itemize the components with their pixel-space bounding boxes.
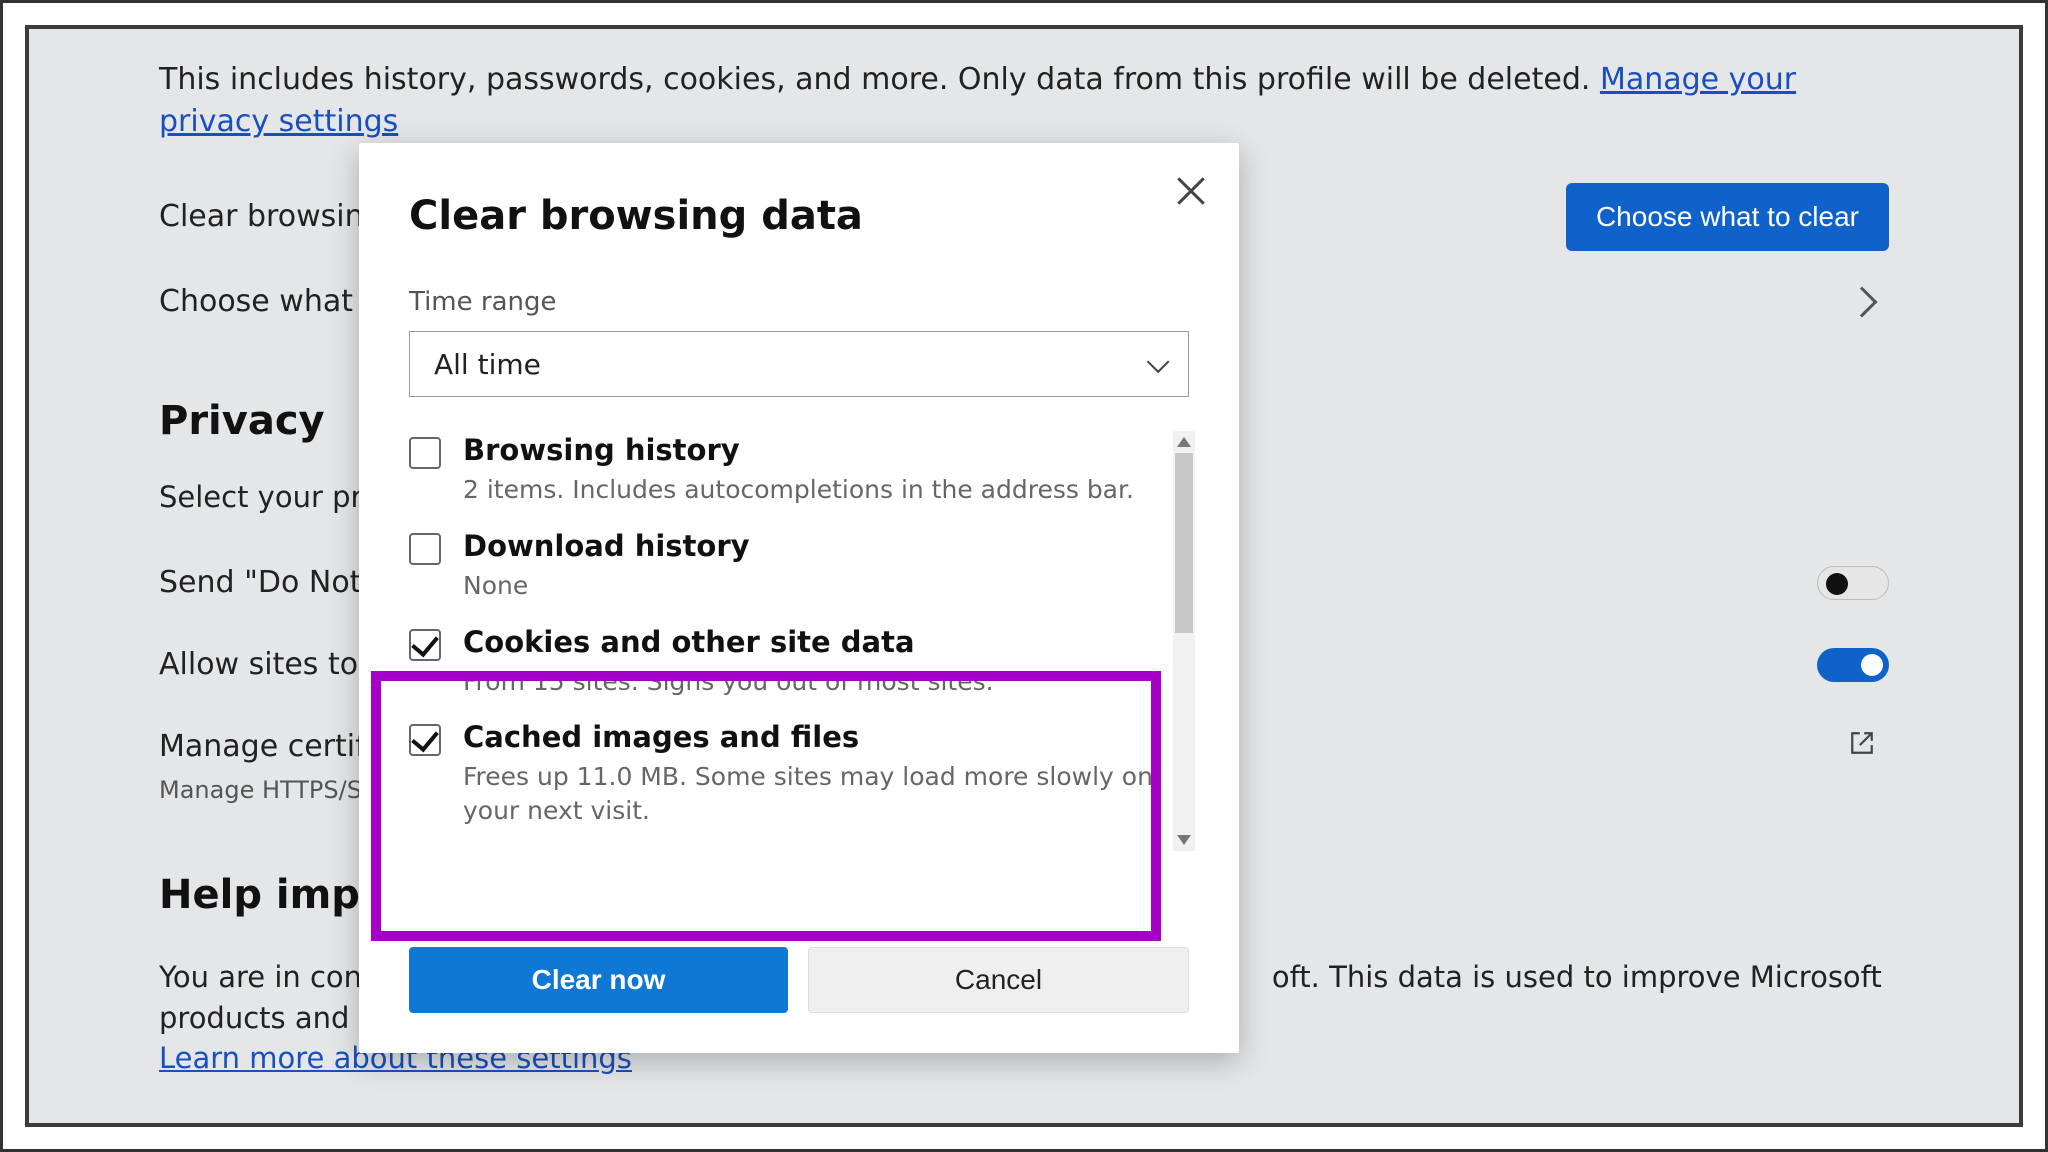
- clear-browsing-data-dialog: Clear browsing data Time range All time …: [359, 143, 1239, 1053]
- close-icon[interactable]: [1173, 173, 1209, 209]
- row-label: Clear browsing: [159, 196, 383, 238]
- cancel-button[interactable]: Cancel: [808, 947, 1189, 1013]
- cert-sub: Manage HTTPS/S: [159, 774, 374, 808]
- scroll-down-icon[interactable]: [1177, 835, 1191, 845]
- item-title: Browsing history: [463, 433, 1134, 467]
- item-desc: 2 items. Includes autocompletions in the…: [463, 473, 1134, 507]
- data-types-list: Browsing history 2 items. Includes autoc…: [409, 431, 1189, 851]
- allow-sites-toggle[interactable]: [1817, 648, 1889, 682]
- item-browsing-history[interactable]: Browsing history 2 items. Includes autoc…: [409, 431, 1165, 527]
- time-range-label: Time range: [409, 287, 1189, 317]
- choose-what-to-clear-button[interactable]: Choose what to clear: [1566, 183, 1889, 251]
- do-not-track-toggle[interactable]: [1817, 566, 1889, 600]
- item-cookies[interactable]: Cookies and other site data From 15 site…: [409, 623, 1165, 719]
- help-text-a: You are in cont: [159, 960, 373, 994]
- item-title: Cached images and files: [463, 720, 1165, 754]
- intro-text-content: This includes history, passwords, cookie…: [159, 62, 1600, 97]
- chevron-down-icon: [1147, 351, 1170, 374]
- row-label: Allow sites to: [159, 644, 358, 686]
- item-desc: Frees up 11.0 MB. Some sites may load mo…: [463, 760, 1165, 828]
- scroll-thumb[interactable]: [1175, 453, 1193, 633]
- checkbox-download-history[interactable]: [409, 533, 441, 565]
- time-range-select[interactable]: All time: [409, 331, 1189, 397]
- dialog-actions: Clear now Cancel: [409, 947, 1189, 1013]
- scroll-up-icon[interactable]: [1177, 437, 1191, 447]
- time-range-value: All time: [434, 348, 541, 381]
- row-label: Choose what t: [159, 281, 374, 323]
- cert-text: Manage certifi Manage HTTPS/S: [159, 726, 374, 808]
- item-download-history[interactable]: Download history None: [409, 527, 1165, 623]
- item-desc: From 15 sites. Signs you out of most sit…: [463, 665, 994, 699]
- item-title: Download history: [463, 529, 750, 563]
- dialog-title: Clear browsing data: [409, 193, 1189, 239]
- row-label: Send "Do Not: [159, 562, 361, 604]
- checkbox-cookies[interactable]: [409, 629, 441, 661]
- cert-title: Manage certifi: [159, 726, 374, 768]
- chevron-right-icon: [1846, 286, 1877, 317]
- item-desc: None: [463, 569, 750, 603]
- item-cached[interactable]: Cached images and files Frees up 11.0 MB…: [409, 718, 1165, 848]
- checkbox-cached[interactable]: [409, 724, 441, 756]
- clear-now-button[interactable]: Clear now: [409, 947, 788, 1013]
- intro-text: This includes history, passwords, cookie…: [159, 59, 1889, 143]
- scrollbar[interactable]: [1173, 431, 1195, 851]
- external-link-icon: [1849, 726, 1875, 752]
- checkbox-browsing-history[interactable]: [409, 437, 441, 469]
- item-title: Cookies and other site data: [463, 625, 994, 659]
